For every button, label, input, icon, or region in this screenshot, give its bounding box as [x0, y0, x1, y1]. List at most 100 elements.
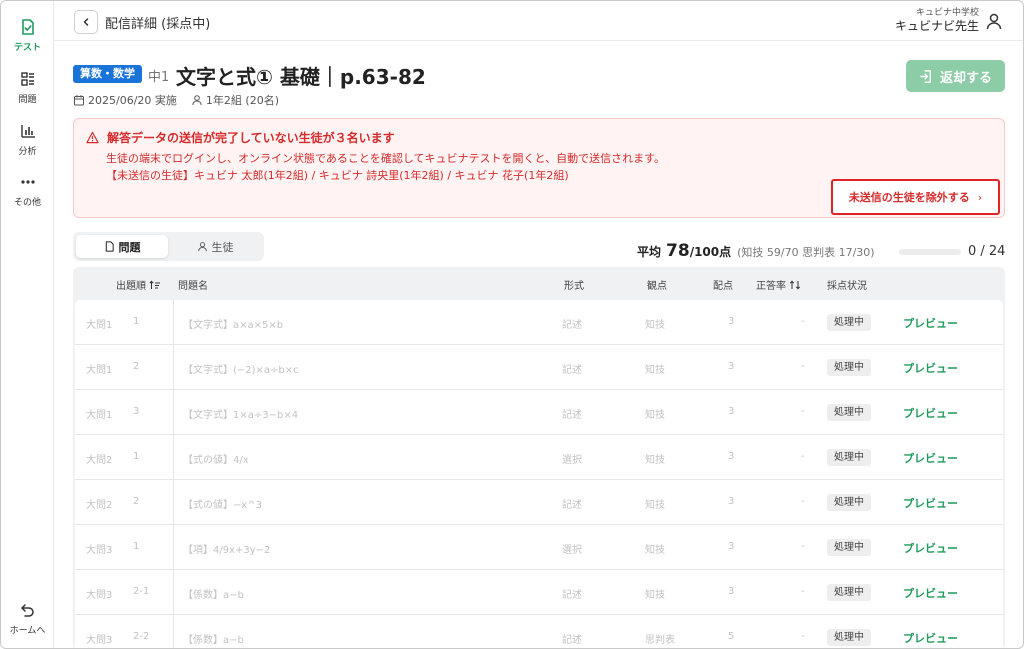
cell-format: 記述	[562, 410, 582, 421]
column-label: 正答率	[756, 281, 786, 292]
column-rate[interactable]: 正答率	[756, 277, 801, 292]
table-row[interactable]: 大問2 1 【式の値】4/x 選択 知技 3 - 処理中 プレビュー	[75, 435, 1003, 480]
table-row[interactable]: 大問3 2-1 【係数】a−b 記述 知技 3 - 処理中 プレビュー	[75, 570, 1003, 615]
status-badge: 処理中	[827, 629, 871, 646]
calendar-icon	[74, 95, 84, 106]
preview-link[interactable]: プレビュー	[903, 540, 958, 556]
preview-link[interactable]: プレビュー	[903, 495, 958, 511]
cell-rate: -	[801, 541, 805, 552]
table-row[interactable]: 大問3 1 【項】4/9x+3y−2 選択 知技 3 - 処理中 プレビュー	[75, 525, 1003, 570]
grading-progress-bar	[899, 249, 961, 255]
cell-format: 記述	[562, 635, 582, 646]
question-table: 出題順 問題名 形式 観点 配点 正答率 採点状況 大問1 1 【文字式】a×a…	[73, 267, 1005, 648]
sidebar-item-label: 分析	[18, 147, 37, 157]
cell-section: 大問1	[86, 320, 113, 331]
exclude-unsent-button[interactable]: 未送信の生徒を除外する ›	[831, 179, 1000, 215]
cell-question-name: 【式の値】4/x	[183, 455, 249, 466]
document-icon	[105, 241, 114, 252]
test-title: 文字と式① 基礎｜p.63-82	[176, 65, 426, 89]
column-label: 出題順	[116, 281, 146, 292]
table-row[interactable]: 大問1 3 【文字式】1×a÷3−b×4 記述 知技 3 - 処理中 プレビュー	[75, 390, 1003, 435]
alert-title: 解答データの送信が完了していない生徒が３名います	[86, 129, 395, 146]
app-window: テスト 問題 分析 その他 ホームへ 配信詳細 (採点中) キュビナ中学校 キュ…	[0, 0, 1024, 649]
exclude-button-label: 未送信の生徒を除外する	[848, 191, 970, 204]
column-divider	[173, 300, 174, 345]
cell-rate: -	[801, 361, 805, 372]
cell-section: 大問1	[86, 410, 113, 421]
unsent-alert: 解答データの送信が完了していない生徒が３名います 生徒の端末でログインし、オンラ…	[73, 118, 1005, 218]
user-name: キュビナビ先生	[894, 19, 979, 33]
chevron-left-icon	[83, 18, 89, 26]
chevron-right-icon: ›	[977, 190, 983, 204]
person-icon	[192, 95, 202, 106]
sidebar-item-other[interactable]: その他	[1, 173, 54, 208]
cell-viewpoint: 知技	[645, 590, 665, 601]
person-icon	[197, 242, 207, 252]
status-badge: 処理中	[827, 584, 871, 601]
preview-link[interactable]: プレビュー	[903, 450, 958, 466]
table-row[interactable]: 大問1 2 【文字式】(−2)×a÷b×c 記述 知技 3 - 処理中 プレビュー	[75, 345, 1003, 390]
sidebar-item-test[interactable]: テスト	[1, 18, 54, 53]
cell-question-name: 【係数】a−b	[183, 635, 244, 646]
status-badge: 処理中	[827, 494, 871, 511]
back-button[interactable]	[74, 10, 98, 34]
return-doc-icon	[920, 69, 931, 83]
sidebar-item-label: テスト	[13, 43, 41, 53]
status-badge: 処理中	[827, 314, 871, 331]
cell-number: 3	[133, 406, 140, 417]
column-divider	[173, 525, 174, 570]
bar-chart-icon	[20, 125, 35, 138]
cell-rate: -	[801, 631, 805, 642]
preview-link[interactable]: プレビュー	[903, 585, 958, 601]
user-info[interactable]: キュビナ中学校 キュビナビ先生	[895, 8, 979, 34]
table-row[interactable]: 大問1 1 【文字式】a×a×5×b 記述 知技 3 - 処理中 プレビュー	[75, 300, 1003, 345]
preview-link[interactable]: プレビュー	[903, 315, 958, 331]
table-row[interactable]: 大問3 2-2 【係数】a−b 記述 思判表 5 - 処理中 プレビュー	[75, 615, 1003, 648]
cell-rate: -	[801, 406, 805, 417]
cell-rate: -	[801, 451, 805, 462]
cell-number: 1	[133, 316, 140, 327]
cell-question-name: 【文字式】1×a÷3−b×4	[183, 410, 299, 421]
preview-link[interactable]: プレビュー	[903, 360, 958, 376]
cell-points: 5	[728, 631, 735, 642]
sidebar-item-home[interactable]: ホームへ	[1, 601, 54, 636]
tab-questions[interactable]: 問題	[76, 235, 168, 258]
cell-viewpoint: 知技	[645, 500, 665, 511]
cell-section: 大問3	[86, 590, 113, 601]
sidebar-item-questions[interactable]: 問題	[1, 70, 54, 105]
cell-number: 2-2	[133, 631, 150, 642]
cell-viewpoint: 知技	[645, 455, 665, 466]
question-list-icon	[20, 72, 34, 86]
cell-points: 3	[728, 496, 735, 507]
alert-message: 生徒の端末でログインし、オンライン状態であることを確認してキュビナテストを開くと…	[106, 152, 666, 165]
more-dots-icon	[20, 180, 35, 184]
user-icon[interactable]	[985, 12, 1003, 30]
sidebar: テスト 問題 分析 その他 ホームへ	[1, 1, 54, 648]
tab-label: 生徒	[211, 240, 234, 254]
preview-link[interactable]: プレビュー	[903, 630, 958, 646]
sort-toggle-icon	[789, 280, 801, 289]
cell-question-name: 【係数】a−b	[183, 590, 244, 601]
preview-link[interactable]: プレビュー	[903, 405, 958, 421]
column-name: 問題名	[178, 281, 208, 292]
cell-points: 3	[728, 451, 735, 462]
cell-rate: -	[801, 316, 805, 327]
sidebar-item-label: ホームへ	[9, 626, 46, 636]
tab-students[interactable]: 生徒	[169, 235, 261, 258]
column-viewpoint: 観点	[647, 281, 667, 292]
cell-section: 大問2	[86, 500, 113, 511]
table-body: 大問1 1 【文字式】a×a×5×b 記述 知技 3- 処理中 プレビュー 大問1 2 【文字式】(…	[75, 300, 1003, 648]
cell-rate: -	[801, 496, 805, 507]
subject-badge: 算数・数学	[73, 65, 142, 83]
table-row[interactable]: 大問2 2 【式の値】−x^3 記述 知技 3 - 処理中 プレビュー	[75, 480, 1003, 525]
cell-viewpoint: 知技	[645, 545, 665, 556]
cell-number: 1	[133, 541, 140, 552]
cell-points: 3	[728, 586, 735, 597]
tab-label: 問題	[118, 240, 141, 254]
column-order[interactable]: 出題順	[116, 277, 161, 292]
return-button[interactable]: 返却する	[906, 60, 1005, 92]
sidebar-item-analysis[interactable]: 分析	[1, 122, 54, 157]
sort-asc-icon	[149, 280, 160, 289]
column-divider	[173, 615, 174, 648]
sidebar-item-label: その他	[13, 198, 41, 208]
